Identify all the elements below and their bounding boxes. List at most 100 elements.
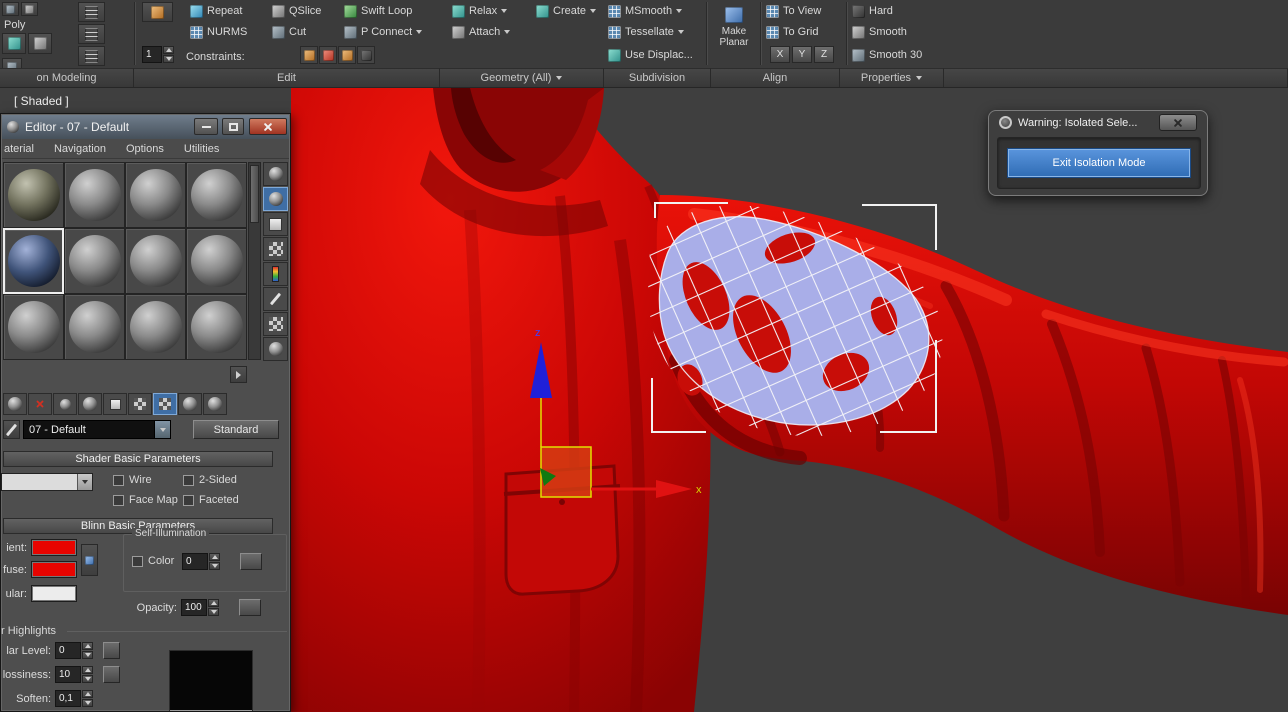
- go-forward-button[interactable]: [203, 393, 227, 415]
- gizmo-plane-handle[interactable]: [540, 446, 592, 498]
- section-align[interactable]: Align: [711, 68, 840, 87]
- shader-rollout-header[interactable]: Shader Basic Parameters: [3, 451, 273, 467]
- glossiness-spinner[interactable]: 10: [55, 666, 93, 683]
- nurms-button[interactable]: NURMS: [190, 24, 247, 40]
- to-grid-button[interactable]: To Grid: [766, 24, 818, 40]
- material-type-button[interactable]: Standard: [193, 420, 279, 439]
- section-geometry[interactable]: Geometry (All): [440, 68, 604, 87]
- spinner-down-button[interactable]: [208, 608, 219, 616]
- delete-material-button[interactable]: [28, 393, 52, 415]
- spinner-up-button[interactable]: [209, 553, 220, 561]
- poly-tool-button-2[interactable]: [28, 33, 52, 54]
- pick-material-button[interactable]: [3, 420, 20, 439]
- msmooth-button[interactable]: MSmooth: [608, 3, 683, 19]
- paint-options-button[interactable]: [142, 2, 173, 22]
- selection-list-button-3[interactable]: [78, 46, 105, 66]
- material-swatch[interactable]: [186, 162, 247, 228]
- material-name-dropdown[interactable]: 07 - Default: [23, 420, 171, 439]
- ribbon-spinner-up[interactable]: [163, 46, 174, 54]
- constraint-face-button[interactable]: [338, 46, 356, 64]
- show-in-viewport-button[interactable]: [153, 393, 177, 415]
- cut-button[interactable]: Cut: [272, 24, 306, 40]
- put-to-scene-button[interactable]: [53, 393, 77, 415]
- shader-type-dropdown[interactable]: [1, 473, 93, 491]
- material-swatch[interactable]: [64, 294, 125, 360]
- self-illum-color-checkbox[interactable]: Color: [132, 555, 174, 567]
- spinner-down-button[interactable]: [82, 675, 93, 683]
- smooth-30-button[interactable]: Smooth 30: [852, 47, 922, 63]
- constraint-normal-button[interactable]: [357, 46, 375, 64]
- use-displacement-button[interactable]: Use Displac...: [608, 47, 693, 63]
- section-polygon-modeling[interactable]: on Modeling: [0, 68, 134, 87]
- attach-button[interactable]: Attach: [452, 24, 511, 40]
- specular-level-spinner[interactable]: 0: [55, 642, 93, 659]
- lock-ambient-diffuse-button[interactable]: [81, 544, 98, 576]
- two-sided-checkbox[interactable]: 2-Sided: [183, 474, 237, 486]
- poly-tool-button-1[interactable]: [2, 33, 26, 54]
- specular-level-value[interactable]: 0: [55, 642, 81, 659]
- self-illum-spinner[interactable]: 0: [182, 553, 220, 570]
- to-view-button[interactable]: To View: [766, 3, 821, 19]
- background-button[interactable]: [263, 237, 288, 261]
- dropdown-arrow-button[interactable]: [154, 421, 170, 438]
- select-by-material-button[interactable]: [263, 337, 288, 361]
- spinner-up-button[interactable]: [82, 642, 93, 650]
- swatch-scrollbar-thumb[interactable]: [250, 165, 259, 223]
- p-connect-button[interactable]: P Connect: [344, 24, 423, 40]
- spinner-down-button[interactable]: [82, 651, 93, 659]
- options-button[interactable]: [263, 312, 288, 336]
- show-map-button[interactable]: [128, 393, 152, 415]
- section-edit[interactable]: Edit: [134, 68, 440, 87]
- video-color-check-button[interactable]: [263, 287, 288, 311]
- opacity-value[interactable]: 100: [181, 599, 207, 616]
- soften-value[interactable]: 0,1: [55, 690, 81, 707]
- material-editor-titlebar[interactable]: Editor - 07 - Default: [2, 115, 289, 139]
- spinner-down-button[interactable]: [209, 562, 220, 570]
- constraint-none-button[interactable]: [300, 46, 318, 64]
- warning-dialog-titlebar[interactable]: Warning: Isolated Sele...: [999, 116, 1137, 129]
- selection-list-button-2[interactable]: [78, 24, 105, 44]
- selection-list-button-1[interactable]: [78, 2, 105, 22]
- menu-navigation[interactable]: Navigation: [44, 143, 116, 155]
- hard-button[interactable]: Hard: [852, 3, 893, 19]
- smooth-button[interactable]: Smooth: [852, 24, 907, 40]
- diffuse-color-swatch[interactable]: [31, 561, 77, 578]
- glossiness-map-button[interactable]: [103, 666, 120, 683]
- opacity-map-button[interactable]: [239, 599, 261, 616]
- menu-options[interactable]: Options: [116, 143, 174, 155]
- section-properties[interactable]: Properties: [840, 68, 944, 87]
- qslice-button[interactable]: QSlice: [272, 3, 321, 19]
- sample-tiling-button[interactable]: [263, 262, 288, 286]
- relax-button[interactable]: Relax: [452, 3, 508, 19]
- menu-utilities[interactable]: Utilities: [174, 143, 229, 155]
- spinner-up-button[interactable]: [82, 666, 93, 674]
- flyout-button[interactable]: [230, 366, 247, 383]
- maximize-button[interactable]: [222, 118, 244, 135]
- face-map-checkbox[interactable]: Face Map: [113, 494, 178, 506]
- put-to-library-button[interactable]: [78, 393, 102, 415]
- magnify-button[interactable]: [263, 187, 288, 211]
- minimize-button[interactable]: [194, 118, 218, 135]
- self-illum-value[interactable]: 0: [182, 553, 208, 570]
- create-button[interactable]: Create: [536, 3, 597, 19]
- opacity-spinner[interactable]: 100: [181, 599, 219, 616]
- glossiness-value[interactable]: 10: [55, 666, 81, 683]
- close-button[interactable]: [249, 118, 287, 135]
- ribbon-spinner-value[interactable]: 1: [142, 46, 162, 63]
- material-swatch[interactable]: [125, 294, 186, 360]
- warning-close-button[interactable]: [1159, 114, 1197, 131]
- self-illum-map-button[interactable]: [240, 553, 262, 570]
- ambient-color-swatch[interactable]: [31, 539, 77, 556]
- make-planar-button[interactable]: Make Planar: [712, 2, 756, 65]
- spinner-up-button[interactable]: [82, 690, 93, 698]
- dropdown-arrow-button[interactable]: [77, 474, 92, 490]
- material-swatch[interactable]: [125, 228, 186, 294]
- align-y-button[interactable]: Y: [792, 46, 812, 63]
- soften-spinner[interactable]: 0,1: [55, 690, 93, 707]
- menu-material[interactable]: aterial: [2, 143, 44, 155]
- swift-loop-button[interactable]: Swift Loop: [344, 3, 412, 19]
- material-swatch[interactable]: [186, 294, 247, 360]
- get-material-button[interactable]: [3, 393, 27, 415]
- spinner-down-button[interactable]: [82, 699, 93, 707]
- poly-mini-button-2[interactable]: [21, 2, 38, 16]
